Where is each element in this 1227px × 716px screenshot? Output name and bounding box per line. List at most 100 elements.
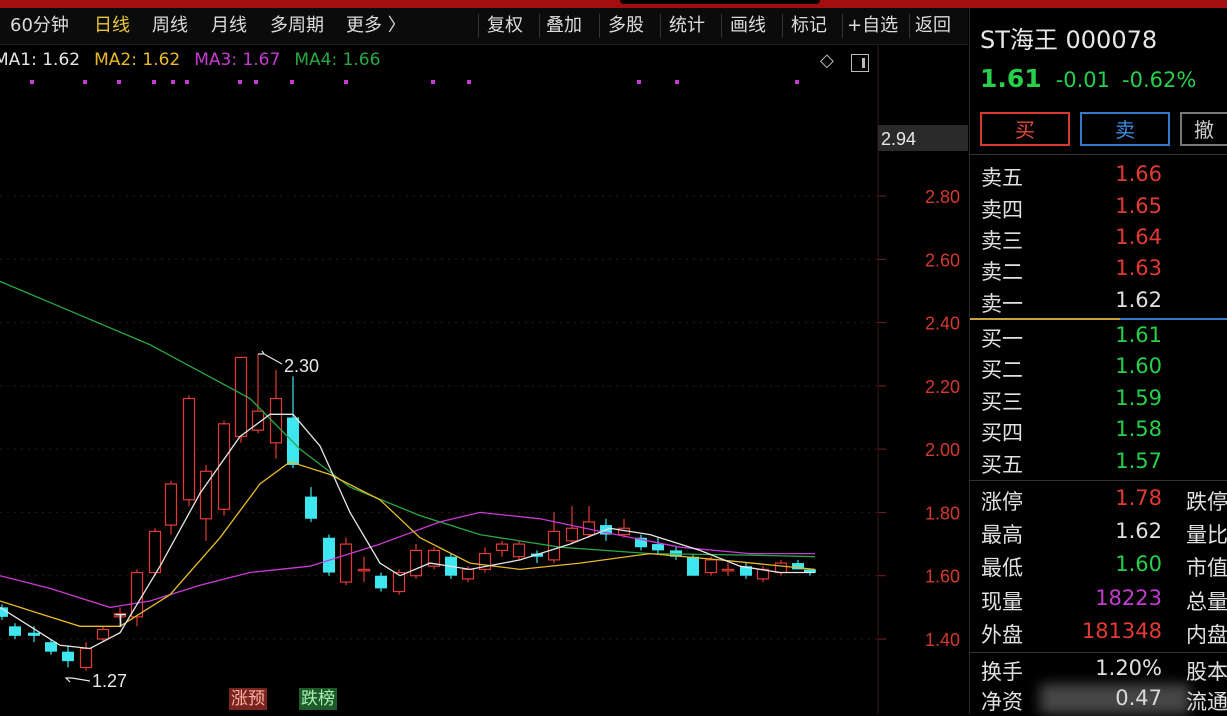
signal-dot [254,80,258,84]
ask-price: 1.64 [1115,225,1162,249]
bid-row-5[interactable]: 买五 1.57 [970,447,1227,478]
ask-price: 1.65 [1115,194,1162,218]
candle [427,547,441,570]
candle [495,540,509,557]
ask-price: 1.63 [1115,256,1162,280]
candle [164,480,178,535]
bid-price: 1.57 [1115,449,1162,473]
candle [62,645,74,668]
bid-row-2[interactable]: 买二 1.60 [970,352,1227,383]
ask-row-2[interactable]: 卖二 1.63 [970,254,1227,285]
candle [721,563,735,576]
candle [199,464,213,541]
overlay-button[interactable]: 叠加 [546,8,582,44]
stat-current-volume: 现量 18223 总量 [970,584,1227,615]
tab-60min[interactable]: 60分钟 [10,8,69,44]
candle [740,563,752,579]
candle [9,623,21,639]
tab-more[interactable]: 更多 〉 [346,8,406,44]
mark-button[interactable]: 标记 [791,8,827,44]
signal-dot [185,80,189,84]
sell-button[interactable]: 卖 [1080,112,1170,146]
candlestick-chart[interactable]: 2.30 1.27 T 2.80 2.60 2.40 2.20 2.00 1.80 1.60… [0,45,968,714]
ma3-value: MA3: 1.67 [194,50,281,70]
ask-label: 卖一 [981,292,1023,316]
candle [79,642,93,671]
stat-high: 最高 1.62 量比 [970,517,1227,548]
tab-daily[interactable]: 日线 [94,8,130,44]
stat-label: 现量 [981,590,1023,614]
candle [531,550,543,564]
signal-dot [637,80,641,84]
bid-label: 买五 [981,453,1023,477]
tab-monthly[interactable]: 月线 [211,8,247,44]
current-value-tag: 2.94 [881,129,916,149]
stat-label: 外盘 [981,623,1023,647]
signal-dot [117,80,121,84]
draw-line-button[interactable]: 画线 [730,8,766,44]
tab-weekly[interactable]: 周线 [152,8,188,44]
ask-price: 1.62 [1115,288,1162,312]
high-label: 2.30 [284,356,319,376]
bid-price: 1.58 [1115,417,1162,441]
y-tick-label: 2.40 [925,314,960,334]
adjust-button[interactable]: 复权 [487,8,523,44]
multi-stock-button[interactable]: 多股 [608,8,644,44]
y-tick-label: 2.20 [925,377,960,397]
diamond-icon[interactable]: ◇ [820,50,834,71]
cancel-order-button[interactable]: 撤 [1180,112,1227,146]
moving-average-lines [0,280,816,650]
bid-row-4[interactable]: 买四 1.58 [970,415,1227,446]
signal-dot [83,80,87,84]
t-marker: T [115,611,126,631]
signal-dot [171,80,175,84]
ma-legend: MA1: 1.62 MA2: 1.62 MA3: 1.67 MA4: 1.66 [0,50,394,70]
bid-label: 买三 [981,390,1023,414]
statistics-button[interactable]: 统计 [669,8,705,44]
limit-up-forecast-badge[interactable]: 涨预 [229,688,267,710]
buy-button[interactable]: 买 [980,112,1070,146]
blurred-overlay [1040,684,1190,714]
price-summary: 1.61 -0.01 -0.62% [980,64,1208,93]
stat-label-2: 流通 [1186,690,1227,714]
chart-toolbar: 60分钟 日线 周线 月线 多周期 更多 〉 复权 叠加 多股 统计 画线 标记… [0,8,968,45]
price-change: -0.01 [1055,68,1111,92]
signal-dot [795,80,799,84]
bid-row-1[interactable]: 买一 1.61 [970,321,1227,352]
bid-row-3[interactable]: 买三 1.59 [970,384,1227,415]
tab-multi-period[interactable]: 多周期 [270,8,324,44]
stat-label-2: 股本 [1186,660,1227,684]
bid-price: 1.60 [1115,354,1162,378]
candle [234,356,248,443]
orderbook-divider [970,318,1227,320]
candle [409,544,423,579]
back-button[interactable]: 返回 [915,8,951,44]
drop-ranking-badge[interactable]: 跌榜 [299,688,337,710]
stat-value: 18223 [1095,586,1162,610]
ma1-value: MA1: 1.62 [0,50,81,70]
quote-panel: ST海王 000078 1.61 -0.01 -0.62% 买 卖 撤 卖五 1.66… [969,8,1227,714]
stat-limit-up: 涨停 1.78 跌停 [970,484,1227,515]
ask-label: 卖三 [981,229,1023,253]
ma2-value: MA2: 1.62 [94,50,181,70]
y-tick-label: 1.80 [925,503,960,523]
ask-row-1[interactable]: 卖一 1.62 [970,286,1227,317]
sidebar-toggle-icon[interactable] [851,54,869,72]
ask-label: 卖四 [981,198,1023,222]
ask-price: 1.66 [1115,162,1162,186]
add-watchlist-button[interactable]: +自选 [847,8,898,44]
stat-label: 最高 [981,523,1023,547]
candle [635,534,647,551]
ask-label: 卖二 [981,260,1023,284]
ask-row-4[interactable]: 卖四 1.65 [970,192,1227,223]
ask-row-3[interactable]: 卖三 1.64 [970,223,1227,254]
ask-label: 卖五 [981,166,1023,190]
y-tick-label: 1.60 [925,567,960,587]
stat-label-2: 跌停 [1186,490,1227,514]
candle [287,376,299,469]
stat-label: 净资 [981,690,1023,714]
stat-label: 最低 [981,556,1023,580]
ask-row-5[interactable]: 卖五 1.66 [970,160,1227,191]
ma2-line [0,461,816,627]
bid-label: 买二 [981,358,1023,382]
